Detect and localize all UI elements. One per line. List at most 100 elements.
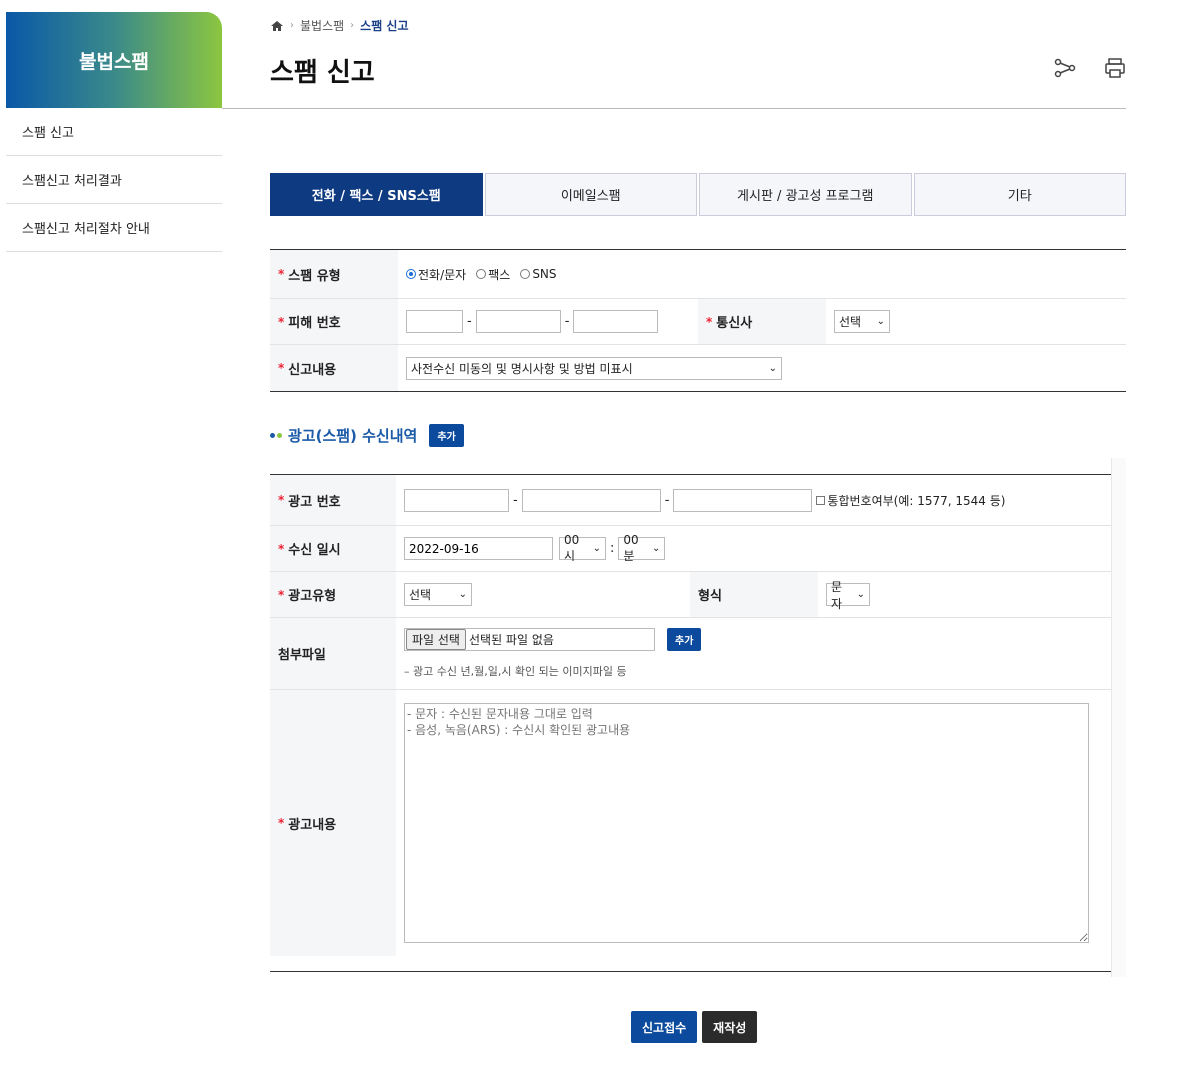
ad-number-part2[interactable] [521, 488, 661, 512]
report-content-value: 사전수신 미동의 및 명시사항 및 방법 미표시 [411, 361, 633, 376]
victim-number-part1[interactable] [406, 310, 463, 333]
sidebar-item-label: 스팸신고 처리결과 [22, 174, 122, 189]
home-icon[interactable] [270, 19, 284, 33]
time-colon: : [610, 541, 615, 556]
carrier-select[interactable]: 선택 ⌄ [834, 310, 890, 333]
sidebar-header: 불법스팸 [6, 12, 222, 108]
report-content-select[interactable]: 사전수신 미동의 및 명시사항 및 방법 미표시 ⌄ [406, 356, 782, 380]
combined-number-checkbox[interactable]: 통합번호여부(예: 1577, 1544 등) [816, 492, 1005, 509]
chevron-down-icon: ⌄ [768, 362, 777, 374]
recv-datetime-label: 수신 일시 [288, 543, 341, 558]
file-input[interactable]: 파일 선택 선택된 파일 없음 [404, 628, 655, 651]
required-mark: * [278, 361, 285, 375]
print-icon[interactable] [1103, 56, 1127, 80]
file-select-button[interactable]: 파일 선택 [406, 629, 466, 650]
header-actions [1053, 56, 1127, 80]
add-ad-history-button[interactable]: 추가 [429, 424, 464, 447]
dash-separator: - [664, 492, 670, 508]
recv-date-input[interactable] [404, 537, 553, 560]
hour-value: 00시 [564, 533, 580, 563]
report-form: * 스팸 유형 전화/문자 팩스 SNS * 피해 번호 - - * 통신사 선택 ⌄ … [270, 249, 1126, 392]
hour-select[interactable]: 00시 ⌄ [559, 533, 606, 563]
victim-number-part3[interactable] [573, 310, 659, 333]
tab-phone-fax-sns[interactable]: 전화 / 팩스 / SNS스팸 [270, 173, 483, 216]
attachment-row: 첨부파일 파일 선택 선택된 파일 없음 추가 – 광고 수신 년,월,일,시 … [270, 618, 1111, 690]
form-bottom-border [270, 971, 1111, 972]
tab-bar: 전화 / 팩스 / SNS스팸 이메일스팸 게시판 / 광고성 프로그램 기타 [270, 173, 1126, 216]
carrier-label: 통신사 [716, 316, 753, 331]
reset-button[interactable]: 재작성 [702, 1011, 758, 1043]
required-mark: * [278, 314, 285, 329]
chevron-down-icon: ⌄ [876, 316, 885, 327]
submit-report-button[interactable]: 신고접수 [631, 1011, 698, 1043]
radio-sns[interactable]: SNS [520, 267, 557, 281]
required-mark: * [278, 816, 285, 830]
spam-type-row: * 스팸 유형 전화/문자 팩스 SNS [270, 250, 1126, 299]
chevron-right-icon: › [290, 20, 294, 31]
sidebar-menu: 스팸 신고 스팸신고 처리결과 스팸신고 처리절차 안내 [6, 108, 222, 252]
required-mark: * [278, 541, 285, 556]
ad-content-row: * 광고내용 [270, 690, 1111, 956]
chevron-down-icon: ⌄ [652, 543, 661, 554]
sidebar-item-report-result[interactable]: 스팸신고 처리결과 [6, 156, 222, 204]
sidebar-item-report-procedure[interactable]: 스팸신고 처리절차 안내 [6, 204, 222, 252]
minute-select[interactable]: 00분 ⌄ [618, 533, 666, 563]
breadcrumb-current: 스팸 신고 [360, 19, 409, 33]
chevron-down-icon: ⌄ [856, 589, 865, 600]
chevron-right-icon: › [350, 20, 355, 31]
dash-separator: - [513, 492, 518, 508]
radio-fax[interactable]: 팩스 [476, 266, 510, 283]
chevron-down-icon: ⌄ [592, 543, 601, 554]
add-attachment-button[interactable]: 추가 [667, 628, 702, 651]
share-icon[interactable] [1053, 56, 1077, 80]
ad-type-select[interactable]: 선택 ⌄ [404, 583, 472, 606]
spam-type-header: * 스팸 유형 [270, 250, 398, 298]
minute-value: 00분 [623, 533, 639, 563]
tab-board-program[interactable]: 게시판 / 광고성 프로그램 [699, 173, 912, 216]
radio-checked-icon [406, 269, 416, 279]
dash-separator: - [564, 314, 570, 329]
victim-number-part2[interactable] [475, 310, 561, 333]
radio-label: SNS [532, 267, 557, 281]
sidebar-title: 불법스팸 [79, 50, 149, 73]
required-mark: * [278, 493, 285, 507]
breadcrumb-level1[interactable]: 불법스팸 [300, 17, 344, 34]
required-mark: * [278, 587, 285, 602]
format-value: 문자 [831, 579, 843, 611]
report-content-label: 신고내용 [288, 362, 337, 378]
required-mark: * [278, 267, 285, 281]
section-title-ad-history: 광고(스팸) 수신내역 추가 [270, 424, 464, 447]
scrollbar[interactable] [1111, 458, 1126, 977]
radio-unchecked-icon [476, 269, 487, 279]
report-content-row: * 신고내용 사전수신 미동의 및 명시사항 및 방법 미표시 ⌄ [270, 345, 1126, 391]
spam-type-label: 스팸 유형 [288, 268, 341, 284]
ad-content-label: 광고내용 [288, 817, 337, 833]
radio-label: 팩스 [488, 267, 511, 282]
tab-etc[interactable]: 기타 [913, 173, 1126, 216]
radio-phone-sms[interactable]: 전화/문자 [406, 266, 466, 283]
section-title-text: 광고(스팸) 수신내역 [288, 427, 418, 445]
sidebar-item-spam-report[interactable]: 스팸 신고 [6, 108, 222, 156]
dash-separator: - [467, 314, 472, 329]
ad-content-textarea[interactable] [404, 703, 1089, 943]
sidebar-item-label: 스팸신고 처리절차 안내 [22, 222, 150, 237]
carrier-value: 선택 [839, 315, 862, 329]
ad-number-row: * 광고 번호 - - 통합번호여부(예: 1577, 1544 등) [270, 475, 1111, 526]
format-select[interactable]: 문자 ⌄ [826, 580, 870, 611]
ad-type-value: 선택 [409, 588, 432, 602]
victim-number-label: 피해 번호 [288, 316, 341, 331]
ad-number-part1[interactable] [404, 488, 509, 512]
tab-email[interactable]: 이메일스팸 [484, 173, 697, 216]
radio-label: 전화/문자 [418, 267, 467, 282]
form-actions: 신고접수 재작성 [631, 1011, 758, 1043]
recv-datetime-row: *수신 일시 00시 ⌄ : 00분 ⌄ [270, 526, 1111, 572]
file-status: 선택된 파일 없음 [468, 633, 554, 647]
ad-number-label: 광고 번호 [288, 494, 341, 510]
bullet-icon [270, 433, 282, 438]
attachment-label: 첨부파일 [278, 648, 326, 663]
radio-unchecked-icon [520, 269, 531, 279]
attachment-hint: – 광고 수신 년,월,일,시 확인 되는 이미지파일 등 [404, 665, 627, 678]
sidebar-item-label: 스팸 신고 [22, 126, 74, 141]
ad-number-part3[interactable] [673, 488, 813, 512]
required-mark: * [706, 314, 713, 329]
